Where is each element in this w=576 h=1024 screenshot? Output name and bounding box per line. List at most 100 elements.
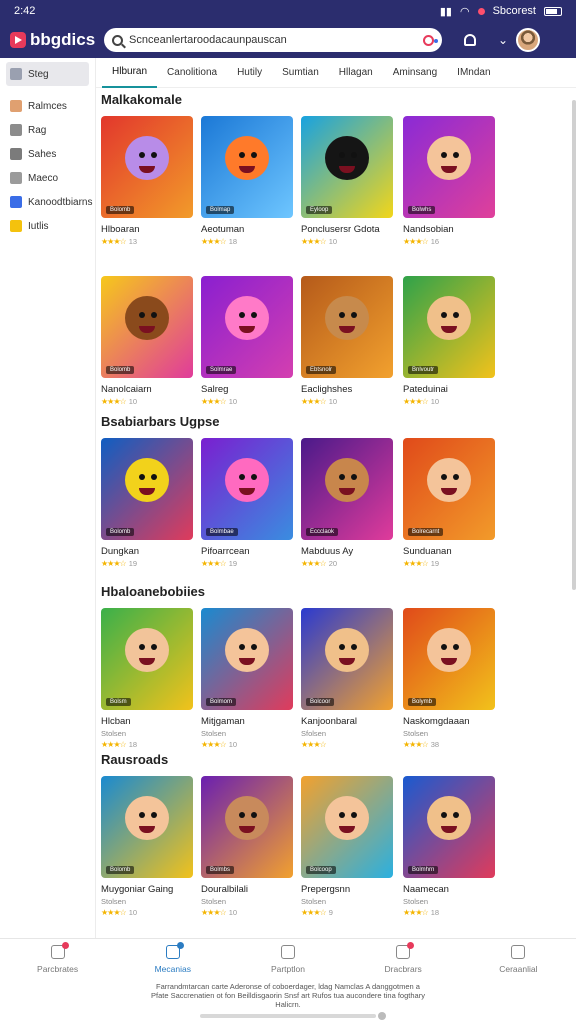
nav-item[interactable]: Parcbrates <box>13 942 103 974</box>
tab-item[interactable]: Hlburan <box>102 58 158 88</box>
character-art <box>325 296 369 340</box>
game-card[interactable]: Ebtsnolr Eaclighshes ★★★☆ 10 <box>301 276 393 406</box>
game-card[interactable]: Bolmhrn Naamecan Stolsen ★★★☆ 18 <box>403 776 495 917</box>
game-title[interactable]: Douralbilali <box>201 884 293 895</box>
home-indicator[interactable] <box>200 1014 376 1018</box>
game-card[interactable]: Bolmom Mitjgaman Stolsen ★★★☆ 10 <box>201 608 293 749</box>
game-title[interactable]: Hlcban <box>101 716 193 727</box>
game-title[interactable]: Naamecan <box>403 884 495 895</box>
scrollbar[interactable] <box>572 100 576 590</box>
sidebar-item[interactable]: Ralmces <box>6 94 89 118</box>
game-thumbnail[interactable]: Bolomb <box>101 438 193 540</box>
game-card[interactable]: Bolsm Hlcban Stolsen ★★★☆ 18 <box>101 608 193 749</box>
game-title[interactable]: Nanolcaiarn <box>101 384 193 395</box>
game-title[interactable]: Prepergsnn <box>301 884 393 895</box>
chevron-down-icon[interactable]: ⌄ <box>498 33 508 47</box>
app-logo[interactable]: bbgdics <box>10 30 102 50</box>
game-title[interactable]: Ponclusersr Gdota <box>301 224 393 235</box>
nav-item[interactable]: Partptlon <box>243 945 333 974</box>
tab-item[interactable]: Canolitiona <box>157 58 227 88</box>
game-thumbnail[interactable]: Solmrae <box>201 276 293 378</box>
game-card[interactable]: Bolomb Dungkan ★★★☆ 19 <box>101 438 193 568</box>
tab-item[interactable]: Hutily <box>227 58 272 88</box>
character-eye <box>453 474 459 480</box>
game-card[interactable]: Bolcoor Kanjoonbaral Sfolsen ★★★☆ <box>301 608 393 749</box>
game-card[interactable]: Eyloop Ponclusersr Gdota ★★★☆ 10 <box>301 116 393 246</box>
game-title[interactable]: Kanjoonbaral <box>301 716 393 727</box>
sidebar-item[interactable]: Maeco <box>6 166 89 190</box>
game-thumbnail[interactable]: Bnlvoutr <box>403 276 495 378</box>
game-thumbnail[interactable]: Bolomb <box>101 116 193 218</box>
game-title[interactable]: Eaclighshes <box>301 384 393 395</box>
game-badge: Bolmbae <box>206 528 238 536</box>
game-thumbnail[interactable]: Eyloop <box>301 116 393 218</box>
star-rating-icon: ★★★☆ <box>403 740 429 749</box>
battery-icon <box>544 6 562 16</box>
tab-item[interactable]: Hllagan <box>329 58 383 88</box>
game-title[interactable]: Pifoarrcean <box>201 546 293 557</box>
home-indicator-knob[interactable] <box>378 1012 386 1020</box>
game-title[interactable]: Salreg <box>201 384 293 395</box>
game-card[interactable]: Solmrae Salreg ★★★☆ 10 <box>201 276 293 406</box>
voice-search-icon[interactable] <box>423 34 438 46</box>
rating-count: 10 <box>328 397 338 406</box>
game-thumbnail[interactable]: Bolmhrn <box>403 776 495 878</box>
game-card[interactable]: Bolrecarnt Sunduanan ★★★☆ 19 <box>403 438 495 568</box>
game-thumbnail[interactable]: Bolomb <box>101 276 193 378</box>
game-thumbnail[interactable]: Bolymb <box>403 608 495 710</box>
game-title[interactable]: Hlboaran <box>101 224 193 235</box>
tab-item[interactable]: IMndan <box>447 58 500 88</box>
sidebar-item[interactable]: Sahes <box>6 142 89 166</box>
game-title[interactable]: Pateduinai <box>403 384 495 395</box>
notification-icon[interactable] <box>464 34 476 46</box>
game-card[interactable]: Eccclaok Mabduus Ay ★★★☆ 20 <box>301 438 393 568</box>
game-thumbnail[interactable]: Bolomb <box>101 776 193 878</box>
tab-item[interactable]: Aminsang <box>383 58 447 88</box>
game-thumbnail[interactable]: Eccclaok <box>301 438 393 540</box>
game-thumbnail[interactable]: Bolmbs <box>201 776 293 878</box>
game-card[interactable]: Bolmbae Pifoarrcean ★★★☆ 19 <box>201 438 293 568</box>
game-thumbnail[interactable]: Bolcoop <box>301 776 393 878</box>
nav-item[interactable]: Mecanias <box>128 942 218 974</box>
search-input[interactable] <box>129 34 417 46</box>
sidebar-item[interactable]: Steg <box>6 62 89 86</box>
game-card[interactable]: Bolomb Muygoniar Gaing Stolsen ★★★☆ 10 <box>101 776 193 917</box>
game-title[interactable]: Aeotuman <box>201 224 293 235</box>
game-card[interactable]: Bolcoop Prepergsnn Stolsen ★★★☆ 9 <box>301 776 393 917</box>
sidebar-item[interactable]: Rag <box>6 118 89 142</box>
nav-item[interactable]: Ceraanlial <box>473 945 563 974</box>
game-card[interactable]: Bnlvoutr Pateduinai ★★★☆ 10 <box>403 276 495 406</box>
game-thumbnail[interactable]: Bolcoor <box>301 608 393 710</box>
search-icon[interactable] <box>112 34 123 46</box>
search-bar[interactable] <box>104 28 442 52</box>
game-card[interactable]: Bolmap Aeotuman ★★★☆ 18 <box>201 116 293 246</box>
game-thumbnail[interactable]: Bolmbae <box>201 438 293 540</box>
sidebar-item[interactable]: Iutlis <box>6 214 89 238</box>
nav-item[interactable]: Dracbrars <box>358 942 448 974</box>
user-avatar[interactable] <box>516 28 541 52</box>
game-thumbnail[interactable]: Bolrecarnt <box>403 438 495 540</box>
section-title: Rausroads <box>101 752 169 767</box>
game-card[interactable]: Bolymb Naskomgdaaan Stolsen ★★★☆ 38 <box>403 608 495 749</box>
game-card[interactable]: Bolmbs Douralbilali Stolsen ★★★☆ 10 <box>201 776 293 917</box>
notification-dot <box>176 942 184 949</box>
game-title[interactable]: Muygoniar Gaing <box>101 884 193 895</box>
game-title[interactable]: Naskomgdaaan <box>403 716 495 727</box>
sidebar-item[interactable]: Kanoodtbiarns <box>6 190 93 214</box>
tab-item[interactable]: Sumtian <box>272 58 329 88</box>
game-thumbnail[interactable]: Bolmap <box>201 116 293 218</box>
game-thumbnail[interactable]: Bolwhs <box>403 116 495 218</box>
game-card[interactable]: Bolwhs Nandsobian ★★★☆ 16 <box>403 116 495 246</box>
game-title[interactable]: Mabduus Ay <box>301 546 393 557</box>
game-thumbnail[interactable]: Ebtsnolr <box>301 276 393 378</box>
game-title[interactable]: Sunduanan <box>403 546 495 557</box>
game-thumbnail[interactable]: Bolsm <box>101 608 193 710</box>
game-card[interactable]: Bolomb Hlboaran ★★★☆ 13 <box>101 116 193 246</box>
game-title[interactable]: Nandsobian <box>403 224 495 235</box>
game-card[interactable]: Bolomb Nanolcaiarn ★★★☆ 10 <box>101 276 193 406</box>
game-title[interactable]: Dungkan <box>101 546 193 557</box>
profile-icon <box>10 100 22 112</box>
game-thumbnail[interactable]: Bolmom <box>201 608 293 710</box>
game-title[interactable]: Mitjgaman <box>201 716 293 727</box>
game-badge: Eyloop <box>306 206 333 214</box>
